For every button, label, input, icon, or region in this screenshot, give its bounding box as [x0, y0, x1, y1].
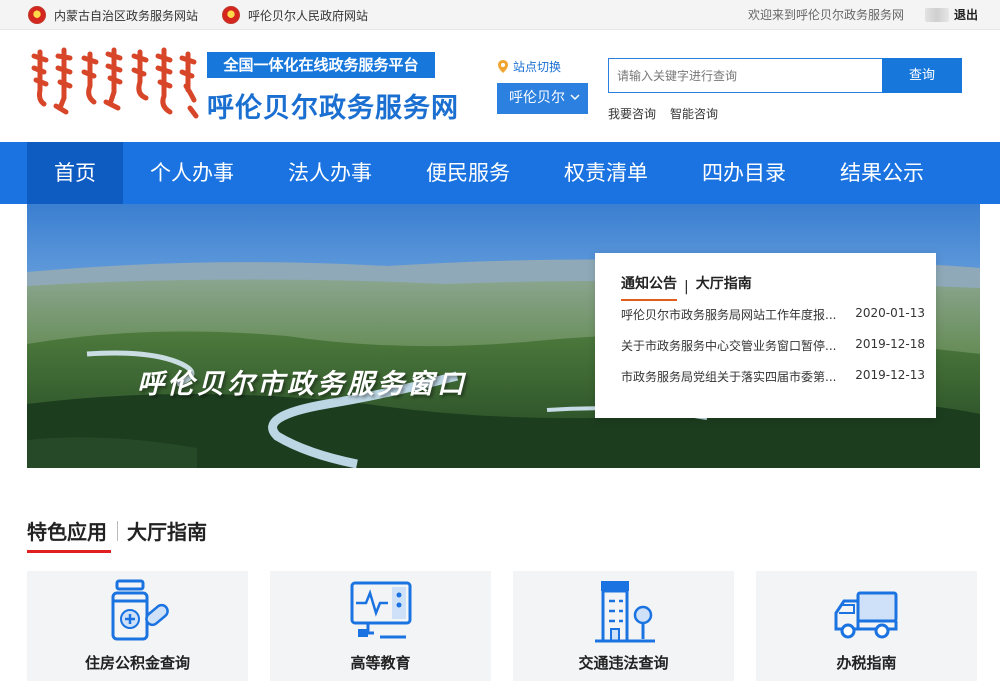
nav-item-power-list[interactable]: 权责清单	[551, 142, 661, 204]
tab-hall-guide-section[interactable]: 大厅指南	[127, 516, 207, 545]
notice-item[interactable]: 呼伦贝尔市政务服务局网站工作年度报... 2020-01-13	[621, 306, 925, 323]
notice-title[interactable]: 关于市政务服务中心交管业务窗口暂停...	[621, 337, 846, 354]
notice-date: 2019-12-13	[855, 368, 925, 382]
notice-item[interactable]: 关于市政务服务中心交管业务窗口暂停... 2019-12-18	[621, 337, 925, 354]
feature-card-housing-fund[interactable]: 住房公积金查询	[27, 571, 248, 681]
tab-hall-guide[interactable]: 大厅指南	[696, 273, 752, 301]
location-pin-icon	[498, 60, 508, 73]
feature-card-traffic-violation[interactable]: 交通违法查询	[513, 571, 734, 681]
feature-card-label: 交通违法查询	[578, 654, 669, 672]
tab-featured-apps[interactable]: 特色应用	[27, 516, 111, 553]
top-bar: 内蒙古自治区政务服务网站 呼伦贝尔人民政府网站 欢迎来到呼伦贝尔政务服务网 退出	[0, 0, 1000, 30]
logout-link[interactable]: 退出	[954, 0, 978, 30]
nav-item-results[interactable]: 结果公示	[827, 142, 937, 204]
username-blurred	[925, 8, 949, 22]
monitor-icon	[350, 581, 412, 639]
nav-item-personal[interactable]: 个人办事	[137, 142, 247, 204]
tab-separator: |	[684, 279, 689, 295]
search-button[interactable]: 查询	[882, 58, 962, 93]
medicine-icon	[111, 579, 169, 641]
site-switch-link[interactable]: 站点切换	[498, 58, 561, 75]
national-emblem-icon	[222, 6, 240, 24]
consult-link[interactable]: 我要咨询	[608, 105, 656, 122]
tab-separator	[117, 520, 118, 541]
notice-date: 2020-01-13	[855, 306, 925, 320]
notice-title[interactable]: 呼伦贝尔市政务服务局网站工作年度报...	[621, 306, 846, 323]
notice-title[interactable]: 市政务服务局党组关于落实四届市委第...	[621, 368, 846, 385]
notice-date: 2019-12-18	[855, 337, 925, 351]
city-select[interactable]: 呼伦贝尔	[497, 83, 588, 114]
nav-item-convenience[interactable]: 便民服务	[413, 142, 523, 204]
city-gov-link-text[interactable]: 呼伦贝尔人民政府网站	[248, 7, 368, 24]
main-nav: 首页 个人办事 法人办事 便民服务 权责清单 四办目录 结果公示	[0, 142, 1000, 204]
notice-panel: 通知公告 | 大厅指南 呼伦贝尔市政务服务局网站工作年度报... 2020-01…	[595, 253, 936, 418]
welcome-text: 欢迎来到呼伦贝尔政务服务网	[748, 8, 905, 22]
banner-title: 呼伦贝尔市政务服务窗口	[137, 369, 467, 400]
nav-item-legal-entity[interactable]: 法人办事	[275, 142, 385, 204]
hero-banner: 呼伦贝尔市政务服务窗口 通知公告 | 大厅指南 呼伦贝尔市政务服务局网站工作年度…	[27, 204, 980, 468]
quick-links: 我要咨询 智能咨询	[608, 105, 718, 122]
notice-tabs: 通知公告 | 大厅指南	[621, 273, 752, 301]
feature-card-label: 高等教育	[350, 654, 411, 672]
city-gov-link[interactable]: 呼伦贝尔人民政府网站	[222, 0, 368, 30]
platform-badge: 全国一体化在线政务服务平台	[207, 52, 435, 78]
feature-tabs: 特色应用 大厅指南	[27, 516, 207, 553]
nav-item-catalog[interactable]: 四办目录	[689, 142, 799, 204]
feature-card-tax-guide[interactable]: 办税指南	[756, 571, 977, 681]
building-icon	[595, 581, 655, 643]
site-switch-label[interactable]: 站点切换	[513, 58, 561, 75]
feature-card-label: 办税指南	[836, 654, 897, 672]
chevron-down-icon	[570, 94, 580, 101]
site-name: 呼伦贝尔政务服务网	[207, 93, 459, 124]
nav-item-home[interactable]: 首页	[27, 142, 123, 204]
region-site-link-text[interactable]: 内蒙古自治区政务服务网站	[54, 7, 198, 24]
national-emblem-icon	[28, 6, 46, 24]
smart-consult-link[interactable]: 智能咨询	[670, 105, 718, 122]
region-site-link[interactable]: 内蒙古自治区政务服务网站	[28, 0, 198, 30]
tab-notices[interactable]: 通知公告	[621, 273, 677, 301]
city-select-value: 呼伦贝尔	[509, 90, 565, 106]
feature-card-label: 住房公积金查询	[84, 654, 190, 672]
notice-item[interactable]: 市政务服务局党组关于落实四届市委第... 2019-12-13	[621, 368, 925, 385]
feature-card-higher-education[interactable]: 高等教育	[270, 571, 491, 681]
search-input[interactable]	[608, 58, 883, 93]
truck-icon	[834, 591, 898, 639]
mongolian-script-logo	[31, 47, 199, 119]
